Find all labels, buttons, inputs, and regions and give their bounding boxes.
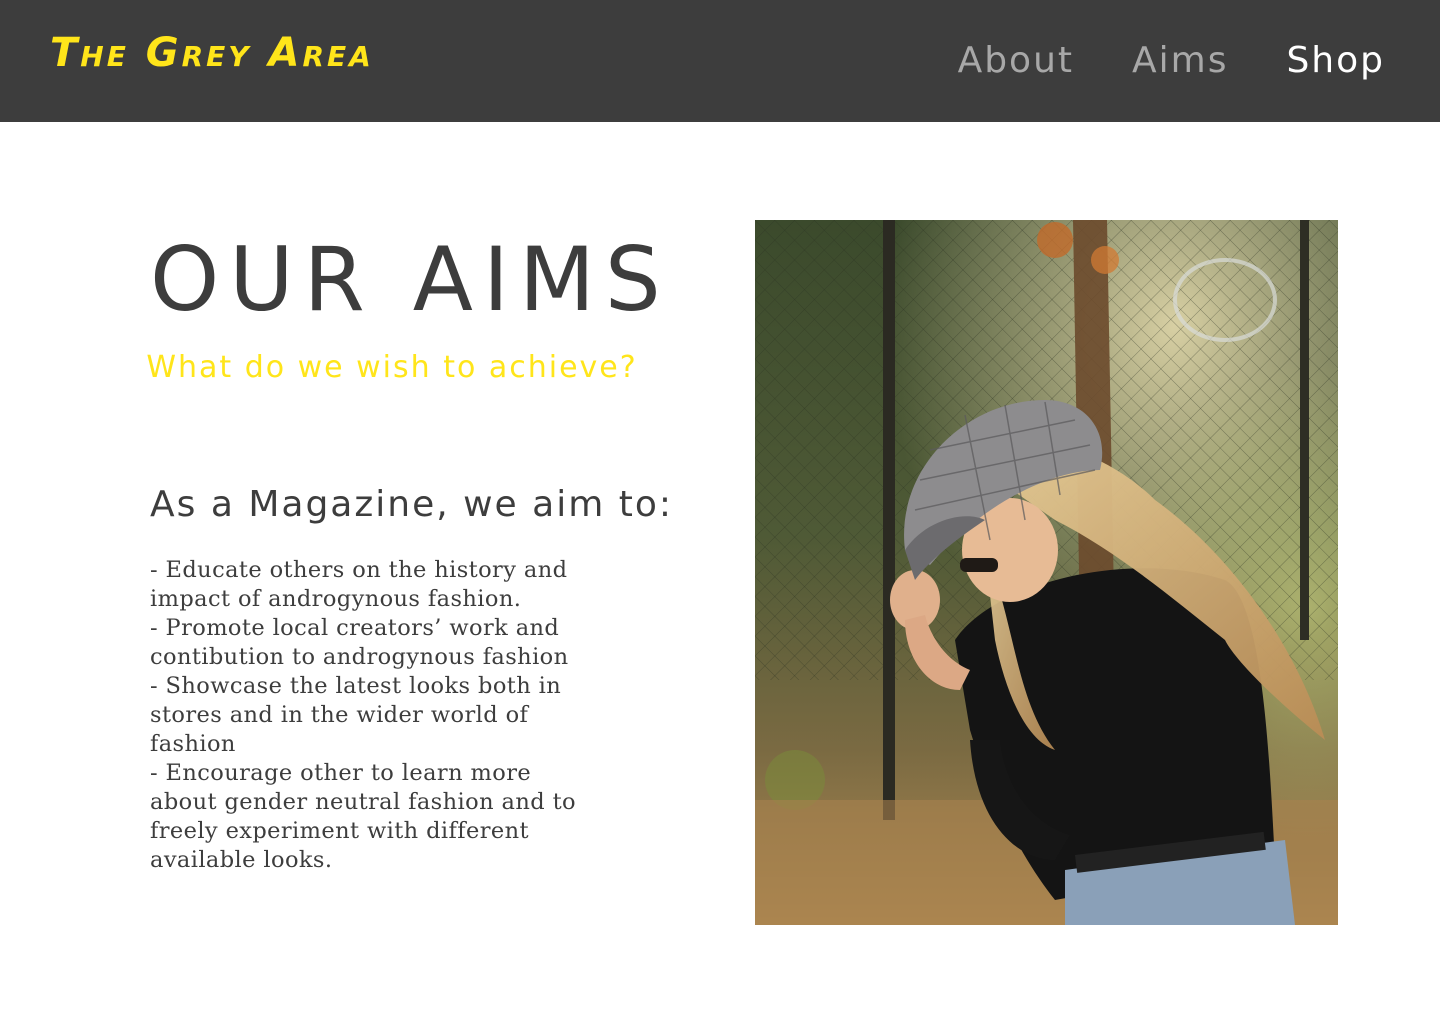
aims-line: - Educate others on the history and	[150, 557, 568, 583]
photo-illustration	[755, 220, 1338, 925]
aims-line: available looks.	[150, 847, 333, 873]
site-header: The Grey Area About Aims Shop	[0, 0, 1440, 122]
main-nav: About Aims Shop	[958, 40, 1385, 81]
aims-line: - Showcase the latest looks both in	[150, 673, 562, 699]
aims-line: contibution to androgynous fashion	[150, 644, 569, 670]
aims-line: fashion	[150, 731, 236, 757]
aims-line: freely experiment with different	[150, 818, 529, 844]
aims-line: about gender neutral fashion and to	[150, 789, 576, 815]
site-logo[interactable]: The Grey Area	[50, 30, 374, 76]
nav-aims[interactable]: Aims	[1132, 40, 1228, 81]
page-title: OUR AIMS	[150, 228, 671, 331]
aims-line: impact of androgynous fashion.	[150, 586, 522, 612]
aims-line: - Promote local creators’ work and	[150, 615, 560, 641]
hero-photo	[755, 220, 1338, 925]
aims-line: stores and in the wider world of	[150, 702, 529, 728]
nav-about[interactable]: About	[958, 40, 1074, 81]
nav-shop[interactable]: Shop	[1286, 40, 1385, 81]
aims-list: - Educate others on the history and impa…	[150, 556, 650, 875]
aims-line: - Encourage other to learn more	[150, 760, 532, 786]
section-heading: As a Magazine, we aim to:	[150, 484, 673, 525]
page-subtitle: What do we wish to achieve?	[146, 350, 638, 385]
